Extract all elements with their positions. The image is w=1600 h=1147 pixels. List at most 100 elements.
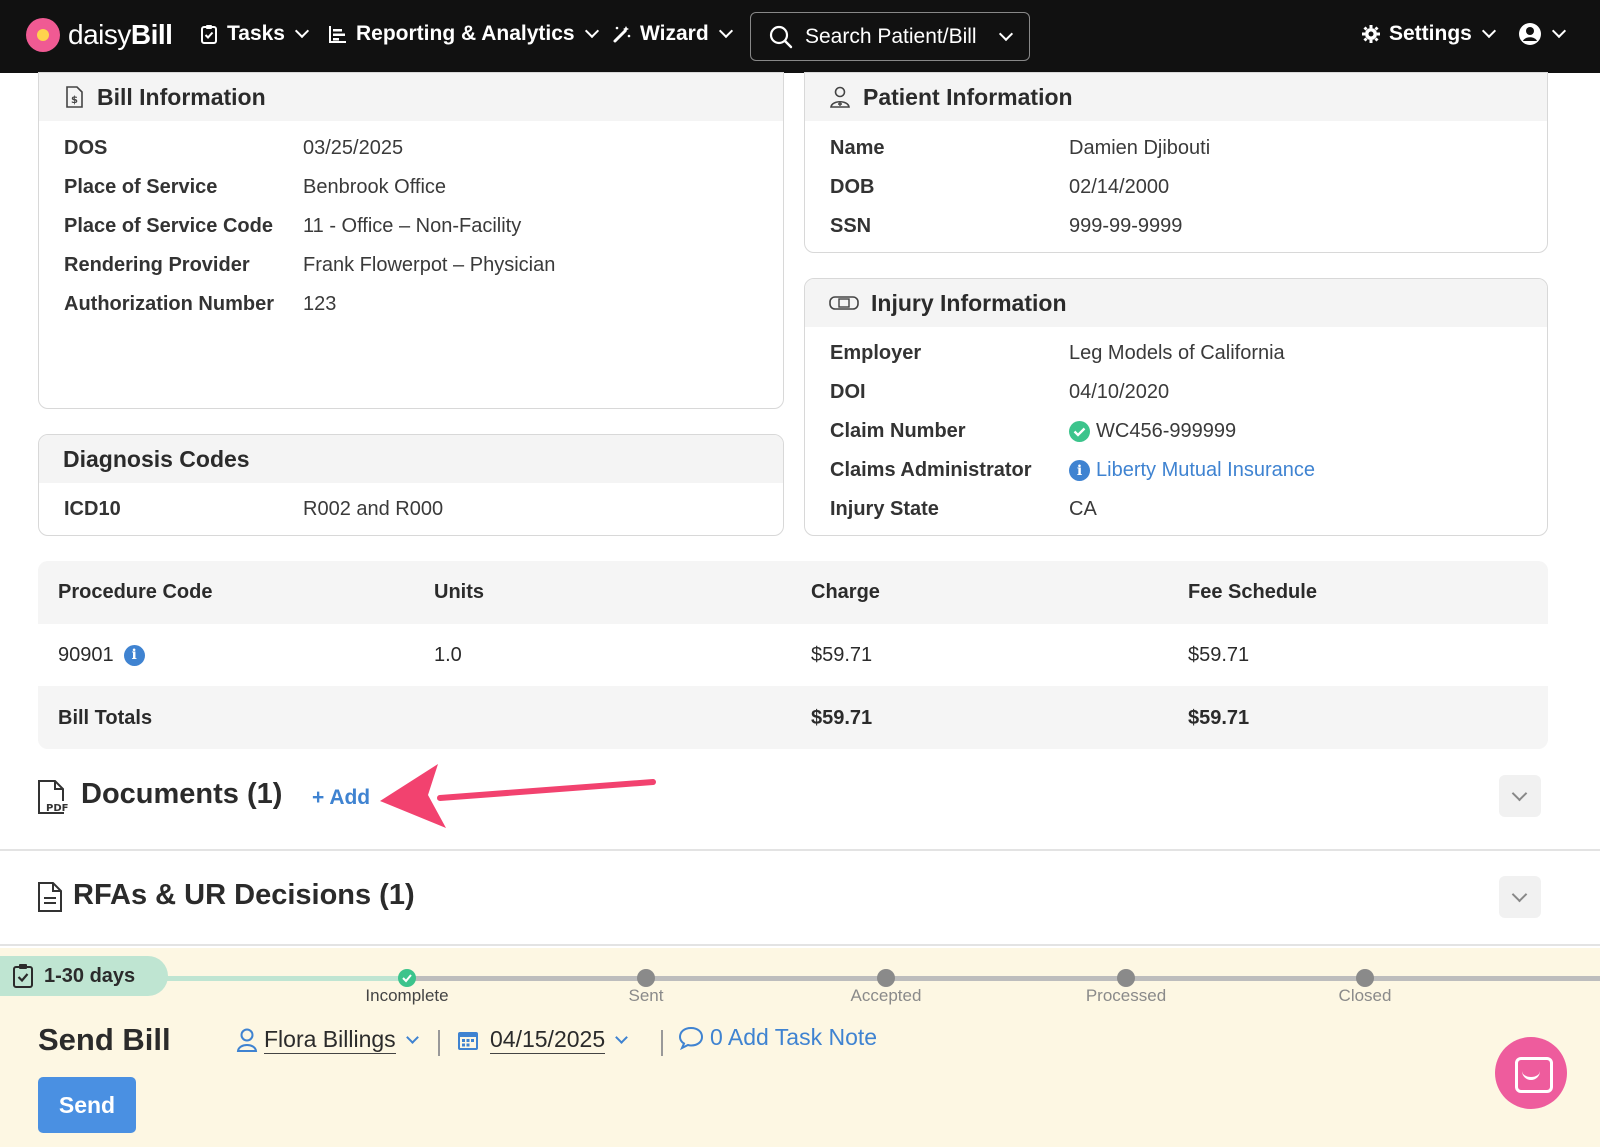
gear-icon bbox=[1362, 25, 1380, 43]
claim-number-value: WC456-999999 bbox=[1069, 420, 1236, 443]
totals-row: Bill Totals $59.71 $59.71 bbox=[38, 687, 1548, 749]
charge-cell: $59.71 bbox=[811, 643, 873, 666]
chevron-down-icon bbox=[1551, 23, 1567, 39]
divider bbox=[0, 944, 1600, 946]
search-label: Search Patient/Bill bbox=[805, 24, 977, 48]
divider bbox=[0, 849, 1600, 851]
nav-tasks[interactable]: Tasks bbox=[199, 22, 310, 46]
chevron-down-icon bbox=[998, 26, 1013, 41]
bill-value: 11 - Office – Non-Facility bbox=[303, 215, 522, 237]
nav-settings[interactable]: Settings bbox=[1361, 22, 1496, 46]
progress-remaining bbox=[407, 976, 1600, 981]
patient-label: Name bbox=[830, 137, 885, 159]
brand-name: daisyBill bbox=[68, 19, 173, 50]
injury-value: Leg Models of California bbox=[1069, 342, 1285, 364]
patient-icon bbox=[830, 86, 850, 108]
due-date: 04/15/2025 bbox=[490, 1026, 606, 1054]
patient-information-header: Patient Information bbox=[805, 73, 1547, 121]
annotation-arrow-icon bbox=[380, 764, 656, 828]
bill-information-title: Bill Information bbox=[97, 83, 266, 110]
add-task-note-link[interactable]: 0 Add Task Note bbox=[678, 1024, 877, 1051]
search-patient-bill[interactable]: Search Patient/Bill bbox=[750, 12, 1030, 61]
separator bbox=[438, 1030, 440, 1056]
claim-number-text: WC456-999999 bbox=[1096, 420, 1237, 442]
calendar-icon bbox=[458, 1032, 478, 1050]
step-processed-dot bbox=[1117, 969, 1135, 987]
user-avatar-icon bbox=[1519, 23, 1541, 45]
nav-tasks-label: Tasks bbox=[227, 22, 285, 45]
add-document-button[interactable]: + Add bbox=[312, 786, 370, 810]
clipboard-check-icon bbox=[201, 25, 217, 44]
nav-reporting[interactable]: Reporting & Analytics bbox=[328, 22, 599, 46]
invoice-icon: $ bbox=[66, 86, 83, 108]
daisy-flower-icon bbox=[26, 18, 60, 52]
bill-information-panel: $ Bill Information bbox=[38, 72, 784, 409]
patient-information-title: Patient Information bbox=[863, 83, 1073, 110]
step-accepted-dot bbox=[877, 969, 895, 987]
magic-wand-icon bbox=[613, 26, 631, 43]
chevron-down-icon bbox=[718, 23, 733, 39]
chevron-down-icon bbox=[615, 1030, 628, 1044]
info-icon[interactable]: i bbox=[123, 644, 145, 666]
bar-chart-icon bbox=[329, 26, 346, 43]
step-label: Incomplete bbox=[365, 986, 449, 1005]
user-menu[interactable] bbox=[1518, 22, 1567, 46]
separator bbox=[661, 1030, 663, 1056]
chevron-down-icon bbox=[584, 23, 599, 39]
rfas-title: RFAs & UR Decisions (1) bbox=[73, 879, 415, 911]
bandage-icon bbox=[829, 296, 859, 310]
progress-complete bbox=[160, 976, 407, 981]
chevron-down-icon bbox=[1481, 23, 1496, 39]
document-icon bbox=[38, 882, 62, 912]
send-button[interactable]: Send bbox=[38, 1077, 136, 1133]
chat-support-button[interactable] bbox=[1495, 1037, 1567, 1109]
claims-administrator-link[interactable]: i Liberty Mutual Insurance bbox=[1069, 459, 1315, 482]
bill-value: 123 bbox=[303, 293, 337, 315]
fee-schedule-cell: $59.71 bbox=[1188, 643, 1250, 666]
top-nav: daisyBill Tasks Reporting & Analytics Wi… bbox=[0, 0, 1600, 73]
units-cell: 1.0 bbox=[434, 643, 462, 666]
table-header-row: Procedure Code Units Charge Fee Schedule bbox=[38, 561, 1548, 623]
column-header: Procedure Code bbox=[58, 580, 213, 603]
procedure-code-cell: 90901 i bbox=[58, 624, 145, 686]
bill-label: Rendering Provider bbox=[64, 254, 250, 276]
pdf-file-icon: PDF bbox=[38, 780, 68, 814]
svg-text:PDF: PDF bbox=[46, 803, 68, 814]
procedure-code: 90901 bbox=[58, 643, 114, 666]
procedure-table: Procedure Code Units Charge Fee Schedule… bbox=[38, 561, 1548, 749]
bill-label: Place of Service Code bbox=[64, 215, 273, 237]
svg-text:$: $ bbox=[71, 95, 78, 106]
diagnosis-codes-header: Diagnosis Codes bbox=[39, 435, 783, 483]
assignee-dropdown[interactable]: Flora Billings bbox=[236, 1026, 419, 1054]
bill-value: 03/25/2025 bbox=[303, 137, 404, 159]
diagnosis-codes-title: Diagnosis Codes bbox=[63, 445, 250, 472]
nav-wizard[interactable]: Wizard bbox=[612, 22, 733, 46]
injury-label: Claims Administrator bbox=[830, 459, 1032, 481]
injury-information-title: Injury Information bbox=[871, 289, 1067, 316]
comment-icon bbox=[678, 1026, 704, 1050]
days-label: 1-30 days bbox=[44, 964, 136, 987]
step-label: Accepted bbox=[850, 986, 922, 1005]
column-header: Charge bbox=[811, 580, 880, 603]
step-label: Sent bbox=[628, 986, 664, 1005]
diagnosis-value: R002 and R000 bbox=[303, 498, 444, 520]
documents-expand-button[interactable] bbox=[1499, 775, 1541, 817]
chevron-down-icon bbox=[405, 1030, 419, 1044]
diagnosis-label: ICD10 bbox=[64, 498, 121, 520]
rfas-expand-button[interactable] bbox=[1499, 876, 1541, 918]
bill-value: Benbrook Office bbox=[303, 176, 447, 198]
injury-label: Claim Number bbox=[830, 420, 966, 442]
table-row: 90901 i 1.0 $59.71 $59.71 bbox=[38, 624, 1548, 686]
patient-value: 02/14/2000 bbox=[1069, 176, 1170, 198]
totals-fee: $59.71 bbox=[1188, 706, 1250, 729]
task-title: Send Bill bbox=[38, 1022, 171, 1057]
due-date-dropdown[interactable]: 04/15/2025 bbox=[456, 1026, 628, 1054]
nav-settings-label: Settings bbox=[1389, 22, 1472, 45]
patient-label: SSN bbox=[830, 215, 872, 237]
check-circle-icon bbox=[1069, 421, 1090, 442]
daisybill-logo[interactable]: daisyBill bbox=[26, 18, 173, 52]
column-header: Fee Schedule bbox=[1188, 580, 1317, 603]
bill-label: Place of Service bbox=[64, 176, 218, 198]
nav-reporting-label: Reporting & Analytics bbox=[356, 22, 575, 45]
bill-information-header: $ Bill Information bbox=[39, 73, 783, 121]
